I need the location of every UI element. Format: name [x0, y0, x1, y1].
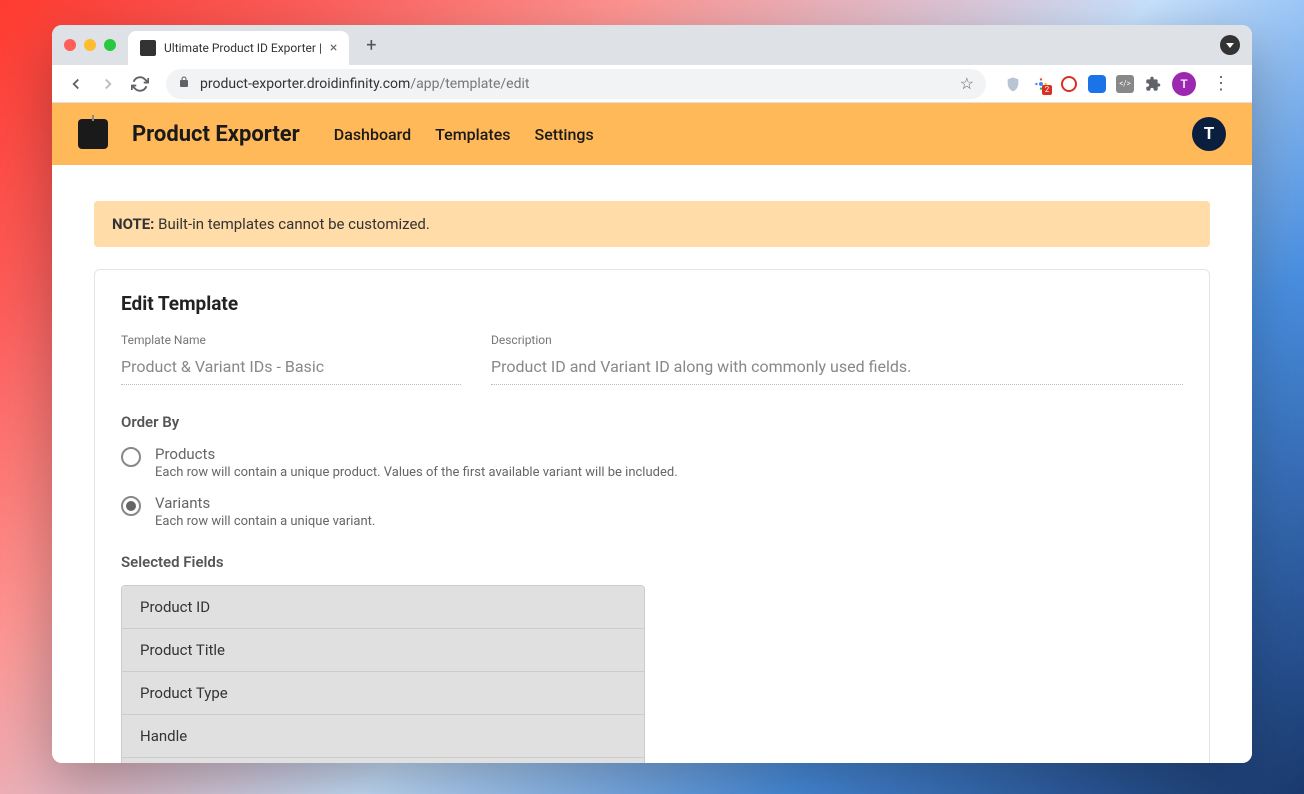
selected-fields-list: Product ID Product Title Product Type Ha… — [121, 585, 645, 763]
main-area: NOTE: Built-in templates cannot be custo… — [52, 165, 1252, 763]
template-name-field: Template Name — [121, 333, 461, 385]
video-extension-icon[interactable] — [1088, 75, 1106, 93]
note-label: NOTE: — [112, 215, 154, 233]
app-header: Product Exporter Dashboard Templates Set… — [52, 103, 1252, 165]
field-item[interactable]: Product ID — [122, 586, 644, 629]
browser-toolbar: product-exporter.droidinfinity.com/app/t… — [52, 65, 1252, 103]
chrome-profile-avatar[interactable]: T — [1172, 72, 1196, 96]
note-banner: NOTE: Built-in templates cannot be custo… — [94, 201, 1210, 247]
radio-products[interactable]: Products Each row will contain a unique … — [121, 445, 1183, 480]
radio-products-desc: Each row will contain a unique product. … — [155, 465, 1183, 480]
tabbar-dropdown[interactable] — [1220, 35, 1240, 55]
window-maximize-button[interactable] — [104, 39, 116, 51]
field-item[interactable]: Product Title — [122, 629, 644, 672]
app-title: Product Exporter — [132, 122, 300, 147]
app-logo-icon — [78, 119, 108, 149]
card-title: Edit Template — [121, 292, 1183, 315]
window-minimize-button[interactable] — [84, 39, 96, 51]
browser-tab[interactable]: Ultimate Product ID Exporter | × — [128, 31, 349, 65]
blocker-extension-icon[interactable] — [1060, 75, 1078, 93]
forward-button[interactable] — [94, 70, 122, 98]
radio-variants-title: Variants — [155, 494, 1183, 512]
field-item[interactable]: Product Type — [122, 672, 644, 715]
order-by-label: Order By — [121, 413, 1183, 431]
nav-dashboard[interactable]: Dashboard — [334, 125, 411, 144]
devtools-extension-icon[interactable]: </> — [1116, 75, 1134, 93]
extension-icons: 2 </> T ⋮ — [998, 72, 1242, 96]
radio-circle-variants — [121, 496, 141, 516]
field-row: Template Name Description — [121, 333, 1183, 385]
nav-templates[interactable]: Templates — [435, 125, 510, 144]
nav-links: Dashboard Templates Settings — [334, 125, 594, 144]
tab-favicon — [140, 40, 156, 56]
chrome-menu-button[interactable]: ⋮ — [1206, 73, 1236, 94]
extensions-menu-icon[interactable] — [1144, 75, 1162, 93]
reload-button[interactable] — [126, 70, 154, 98]
description-label: Description — [491, 333, 1183, 347]
window-close-button[interactable] — [64, 39, 76, 51]
template-name-label: Template Name — [121, 333, 461, 347]
description-input[interactable] — [491, 353, 1183, 385]
order-by-radio-group: Products Each row will contain a unique … — [121, 445, 1183, 529]
field-item[interactable]: Product Link — [122, 758, 644, 763]
radio-variants[interactable]: Variants Each row will contain a unique … — [121, 494, 1183, 529]
radio-circle-products — [121, 447, 141, 467]
back-button[interactable] — [62, 70, 90, 98]
radio-variants-desc: Each row will contain a unique variant. — [155, 514, 1183, 529]
template-name-input[interactable] — [121, 353, 461, 385]
browser-window: Ultimate Product ID Exporter | × + produ… — [52, 25, 1252, 763]
bookmark-star-icon[interactable]: ☆ — [960, 74, 974, 93]
user-avatar[interactable]: T — [1192, 117, 1226, 151]
url-text: product-exporter.droidinfinity.com/app/t… — [200, 76, 950, 92]
note-text: Built-in templates cannot be customized. — [154, 215, 429, 233]
traffic-lights — [64, 39, 116, 51]
new-tab-button[interactable]: + — [357, 31, 385, 59]
tab-close-button[interactable]: × — [330, 40, 337, 56]
shield-extension-icon[interactable] — [1004, 75, 1022, 93]
lock-icon — [178, 76, 190, 91]
edit-template-card: Edit Template Template Name Description … — [94, 269, 1210, 763]
address-bar[interactable]: product-exporter.droidinfinity.com/app/t… — [166, 69, 986, 99]
field-item[interactable]: Handle — [122, 715, 644, 758]
colorful-extension-icon[interactable]: 2 — [1032, 75, 1050, 93]
nav-settings[interactable]: Settings — [535, 125, 594, 144]
radio-products-title: Products — [155, 445, 1183, 463]
browser-tabbar: Ultimate Product ID Exporter | × + — [52, 25, 1252, 65]
description-field: Description — [491, 333, 1183, 385]
selected-fields-label: Selected Fields — [121, 553, 1183, 571]
tab-title: Ultimate Product ID Exporter | — [164, 41, 322, 55]
app-content: Product Exporter Dashboard Templates Set… — [52, 103, 1252, 763]
extension-badge: 2 — [1042, 85, 1052, 95]
